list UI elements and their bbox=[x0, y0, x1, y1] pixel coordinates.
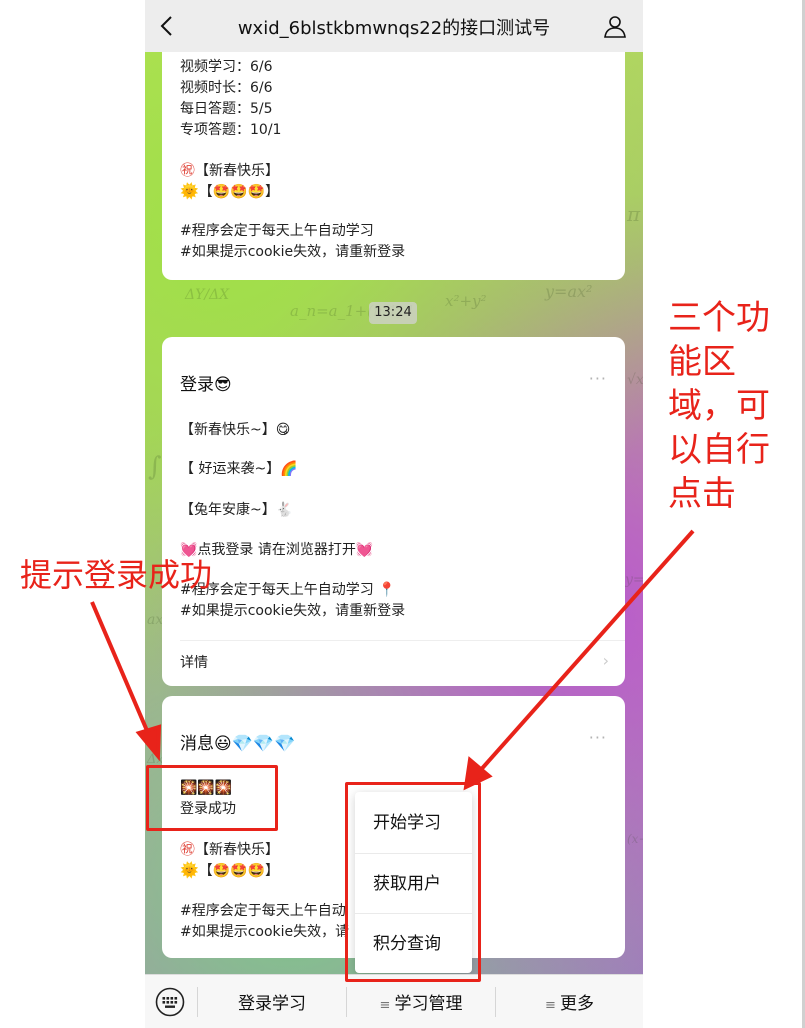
annotation-arrows bbox=[90, 529, 695, 791]
arrow-head-left bbox=[135, 724, 162, 762]
arrow-line-left bbox=[90, 601, 153, 741]
arrow-line-right bbox=[476, 529, 695, 775]
